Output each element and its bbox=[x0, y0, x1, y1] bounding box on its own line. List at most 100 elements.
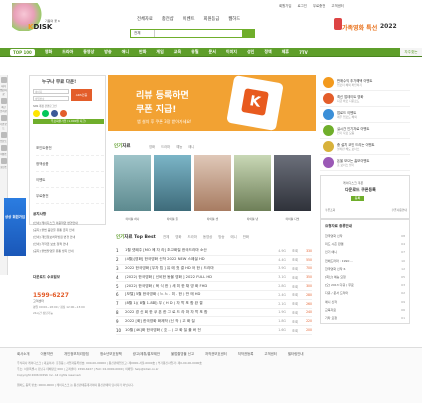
poster-4[interactable]: 타이틀 넷 bbox=[234, 155, 271, 221]
nav-cat-7[interactable]: 게임 bbox=[156, 49, 163, 55]
poster-2[interactable]: 타이틀 둘 bbox=[154, 155, 191, 221]
table-row[interactable]: 6 [모텔] 5월 한국영화 ( 느 느 . 미 . 한 ) 만 매 HD 2.4G… bbox=[116, 291, 312, 300]
request-item[interactable]: 미드 시즌 완결 04 bbox=[321, 240, 409, 248]
link-login[interactable]: 로그인 bbox=[297, 3, 306, 8]
quick-icon-5[interactable] bbox=[1, 145, 7, 151]
request-item[interactable]: 기타 요청 01 bbox=[321, 314, 409, 322]
quick-icon-3[interactable] bbox=[1, 115, 7, 121]
coupon-link[interactable]: 쿠폰사용안내 bbox=[392, 208, 407, 212]
event-item[interactable]: 돈을 모으는 홈보이벤트 홈 보너스 받기 bbox=[320, 155, 410, 171]
event-item[interactable]: 업로드 이벤트 매주 업로드 혜택 bbox=[320, 107, 410, 123]
nav-cat-14[interactable]: 제휴 bbox=[282, 49, 289, 55]
item-title[interactable]: 2022 [화] 한국영화 화제작 (신 작 ) 고 화 질 bbox=[125, 319, 270, 324]
nav-webhard[interactable]: 웹하드 bbox=[228, 16, 240, 22]
tab[interactable]: 영화 bbox=[149, 144, 155, 149]
nav-top100[interactable]: TOP 100 bbox=[10, 48, 35, 56]
quick-icon-1[interactable] bbox=[1, 77, 7, 83]
item-title[interactable]: 2022 경 신 회 한 쿠 폰 한 그 로 드 라 마 자 막 포 함 bbox=[125, 310, 270, 315]
left-ad-banner[interactable]: 상상 회원가입 bbox=[4, 198, 26, 256]
nav-cat-1[interactable]: 영화 bbox=[45, 49, 52, 55]
nav-cat-11[interactable]: 이미지 bbox=[226, 49, 237, 55]
event-item[interactable]: 판매수익 추가혜택 이벤트 업로더 혜택 확인하기 bbox=[320, 75, 410, 91]
tab[interactable]: 전체 bbox=[163, 234, 169, 239]
tab[interactable]: 애니 bbox=[188, 144, 194, 149]
event-item[interactable]: 실시간 인기자료 이벤트 인기 자료 모음 bbox=[320, 123, 410, 139]
item-title[interactable]: [모텔] 5월 한국영화 ( 느 느 . 미 . 한 ) 만 매 HD bbox=[125, 292, 270, 297]
apple-icon[interactable] bbox=[60, 110, 67, 117]
quick-icon-6[interactable] bbox=[1, 158, 7, 164]
coupon-register-button[interactable]: 등록 bbox=[351, 196, 364, 201]
tab[interactable]: 방송 bbox=[218, 234, 224, 239]
request-item[interactable]: 한국영화 신작 6 12 bbox=[321, 265, 409, 273]
request-item[interactable]: 인기 애니 07 bbox=[321, 248, 409, 256]
request-item[interactable]: [오] 2013 다큐 ( 무료 03 bbox=[321, 281, 409, 289]
table-row[interactable]: 9 2022 [화] 한국영화 화제작 (신 작 ) 고 화 질 1.8G 조회 220 bbox=[116, 317, 312, 327]
notice-item[interactable]: [공지] 불법 음란물 유통 금지 안내 bbox=[33, 227, 105, 234]
fav-button[interactable]: 자주찾는 bbox=[400, 48, 422, 56]
footer-link[interactable]: 개인정보처리방침 bbox=[64, 351, 89, 356]
table-row[interactable]: 3 2022 한국영화 [무자 립 ] 유 에 첫 결 HD 어 한 ( 드라마 3… bbox=[116, 265, 312, 274]
request-item[interactable]: [최신] 예능 요청 05 bbox=[321, 273, 409, 281]
search-bar[interactable]: 전체 bbox=[130, 29, 255, 38]
item-title[interactable]: 10월 [4K]화 한국영화 ( 호 .. ) 고 화 질 풀 버 전 bbox=[125, 328, 270, 333]
top-promo-banner[interactable]: 가족영화 특선 2022 bbox=[334, 16, 416, 38]
footer-link[interactable]: 청소년보호정책 bbox=[100, 351, 122, 356]
footer-link[interactable]: 필터링안내 bbox=[288, 351, 304, 356]
nav-cat-10[interactable]: 문서 bbox=[209, 49, 216, 55]
request-item[interactable]: 한국영화 신작 08 bbox=[321, 232, 409, 240]
tab[interactable]: 만화 bbox=[243, 234, 249, 239]
item-title[interactable]: (4월)[영화] 한국영화 신작 2022 NEW 스페셜 HD bbox=[125, 257, 270, 262]
id-input[interactable]: 아이디 bbox=[33, 89, 69, 94]
poster-5[interactable]: 타이틀 다섯 bbox=[274, 155, 311, 221]
table-row[interactable]: 4 (2022) 한국영화 [ 신비한 동물 영화 ] 2022 FULL HD 3… bbox=[116, 273, 312, 283]
nav-cat-8[interactable]: 교육 bbox=[174, 49, 181, 55]
nav-charge[interactable]: 충전샵 bbox=[162, 16, 174, 22]
nav-grade[interactable]: 회원등급 bbox=[204, 16, 220, 22]
side-menu-item[interactable]: 이벤트 bbox=[36, 172, 104, 188]
link-cs[interactable]: 고객센터 bbox=[331, 3, 343, 8]
notice-item[interactable]: [안내] 개인정보처리방침 변경 안내 bbox=[33, 234, 105, 241]
notice-item[interactable]: [공지] 불법촬영물 유통 방지 안내 bbox=[33, 247, 105, 254]
item-title[interactable]: (2022) 한국영화 [ 신비한 동물 영화 ] 2022 FULL HD bbox=[125, 275, 270, 280]
notice-item[interactable]: [안내] 저작권 보호 정책 안내 bbox=[33, 240, 105, 247]
nav-cat-4[interactable]: 방송 bbox=[104, 49, 111, 55]
table-row[interactable]: 7 (8월 1)( 8월 1-8회) 무 ( H D ) 자 막 포 함 완 결 2… bbox=[116, 300, 312, 309]
poster-3[interactable]: 타이틀 셋 bbox=[194, 155, 231, 221]
request-item[interactable]: 다큐 / 문서 드라마 02 bbox=[321, 289, 409, 297]
tab[interactable]: 애니 bbox=[230, 234, 236, 239]
link-free-charge[interactable]: 무료충전 bbox=[313, 3, 325, 8]
login-button[interactable]: ARS인증 bbox=[71, 89, 92, 101]
side-menu-item[interactable]: 무료충전 bbox=[36, 188, 104, 204]
search-icon[interactable] bbox=[242, 30, 254, 37]
join-button[interactable]: 무료회원가입 (1,000원 지급) bbox=[33, 119, 104, 124]
link-join[interactable]: 회원가입 bbox=[279, 3, 291, 8]
nav-cat-9[interactable]: 유틸 bbox=[191, 49, 198, 55]
request-item[interactable]: 애니 신작 09 bbox=[321, 298, 409, 306]
side-menu-item[interactable]: 포인트충전 bbox=[36, 140, 104, 156]
footer-link[interactable]: 저작권등록 bbox=[238, 351, 254, 356]
nav-cat-2[interactable]: 드라마 bbox=[62, 49, 73, 55]
item-title[interactable]: 1월 넷째주 [MO 예 자 라] 초고화질 한국드라마 소산 bbox=[125, 248, 270, 253]
table-row[interactable]: 5 (2022) 한국영화 ( 육 식 한 ) 세 미 한 채 영 화 FHD 2.… bbox=[116, 282, 312, 291]
nav-event[interactable]: 이벤트 bbox=[183, 16, 195, 22]
nav-cat-13[interactable]: 정액 bbox=[264, 49, 271, 55]
search-select[interactable]: 전체 bbox=[131, 30, 155, 37]
tab[interactable]: 드라마 bbox=[188, 234, 197, 239]
nav-cat-12[interactable]: 성인 bbox=[247, 49, 254, 55]
side-menu-item[interactable]: 정액상품 bbox=[36, 156, 104, 172]
tab[interactable]: 예능 bbox=[176, 144, 182, 149]
download-button[interactable]: 다운로드 수요일보 bbox=[33, 275, 105, 280]
footer-link[interactable]: 고객센터 bbox=[264, 351, 276, 356]
footer-link[interactable]: 이용약관 bbox=[40, 351, 52, 356]
footer-link[interactable]: 광고/제휴/홍보제안 bbox=[133, 351, 160, 356]
tab[interactable]: 드라마 bbox=[161, 144, 170, 149]
logo[interactable]: KDISK bbox=[28, 23, 52, 31]
quick-icon-2[interactable] bbox=[1, 98, 7, 104]
facebook-icon[interactable] bbox=[51, 110, 58, 117]
table-row[interactable]: 8 2022 경 신 회 한 쿠 폰 한 그 로 드 라 마 자 막 포 함 1.9… bbox=[116, 309, 312, 318]
table-row[interactable]: 1 1월 넷째주 [MO 예 자 라] 초고화질 한국드라마 소산 4.9G 조회 33… bbox=[116, 247, 312, 256]
password-input[interactable]: 비밀번호 bbox=[33, 96, 69, 101]
table-row[interactable]: 2 (4월)[영화] 한국영화 신작 2022 NEW 스페셜 HD 4.4G 조회 5… bbox=[116, 256, 312, 265]
item-title[interactable]: (8월 1)( 8월 1-8회) 무 ( H D ) 자 막 포 함 완 결 bbox=[125, 301, 270, 306]
request-item[interactable]: 교육자료 06 bbox=[321, 306, 409, 314]
